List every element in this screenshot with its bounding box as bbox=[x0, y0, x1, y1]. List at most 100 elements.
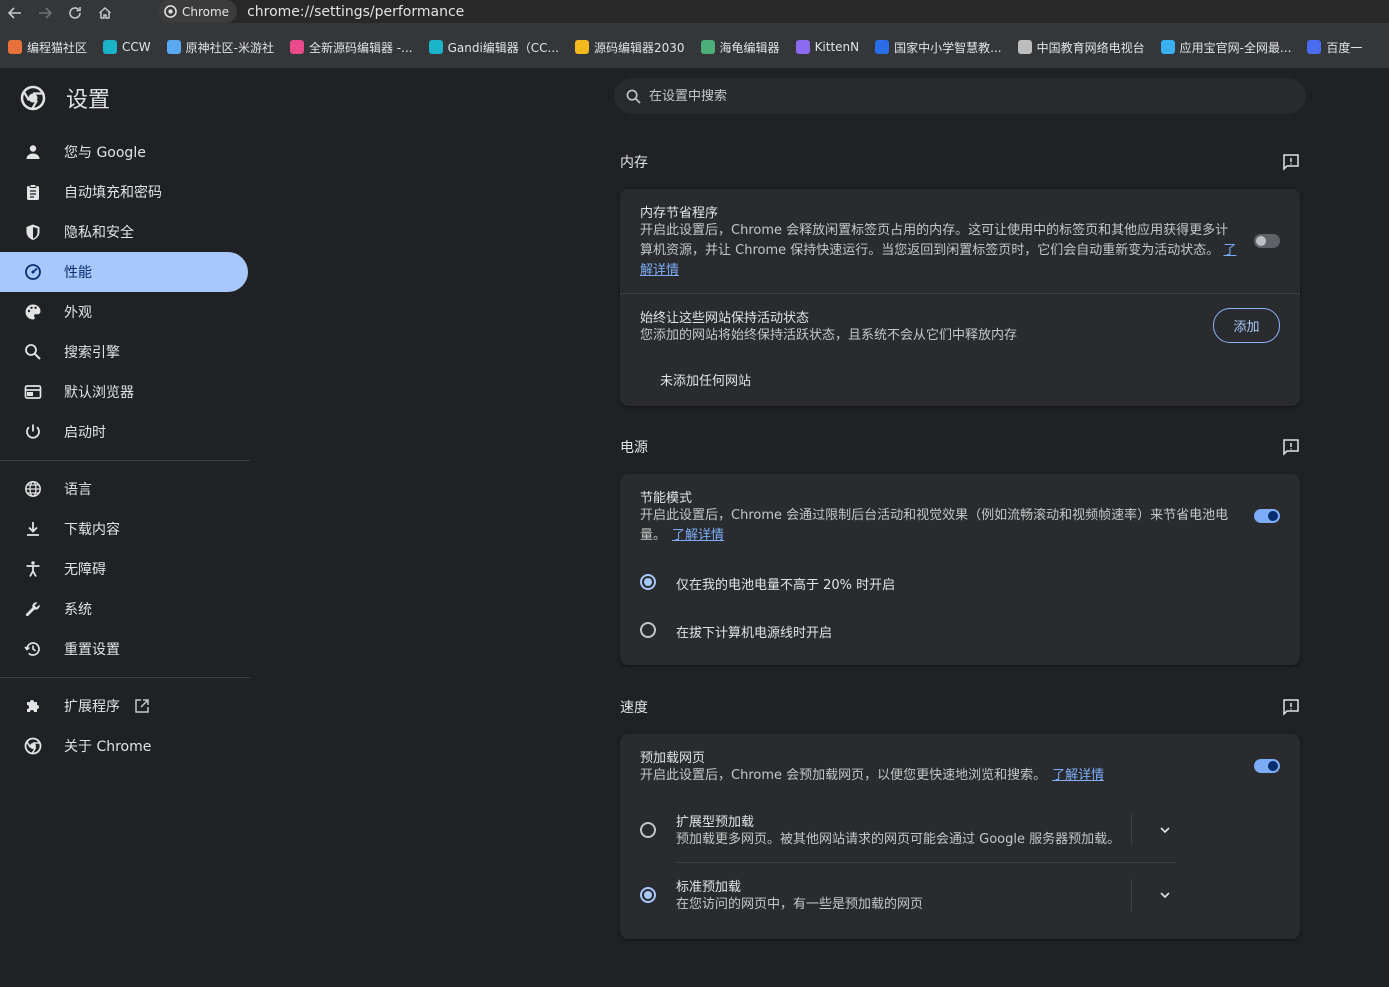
memory-saver-title: 内存节省程序 bbox=[640, 206, 719, 221]
sidebar-item-accessibility[interactable]: 无障碍 bbox=[0, 549, 248, 589]
bookmark-item[interactable]: CCW bbox=[95, 40, 159, 54]
sidebar-item-icon bbox=[24, 343, 42, 361]
page-title: 设置 bbox=[66, 88, 111, 113]
home-button[interactable] bbox=[90, 0, 120, 26]
sidebar-item-puzzle[interactable]: 扩展程序 bbox=[0, 686, 248, 726]
standard-vertical-divider bbox=[1131, 879, 1132, 911]
memory-learn-more-link-b[interactable]: 解详情 bbox=[640, 263, 679, 278]
sidebar-item-speedometer[interactable]: 性能 bbox=[0, 252, 248, 292]
bookmark-favicon-icon bbox=[166, 40, 181, 54]
bookmark-item[interactable]: KittenN bbox=[788, 40, 868, 54]
battery-threshold-radio[interactable] bbox=[640, 574, 656, 590]
power-card: 节能模式 开启此设置后，Chrome 会通过限制后台活动和视觉效果（例如流畅滚动… bbox=[620, 474, 1300, 665]
puzzle-icon bbox=[27, 700, 39, 712]
sidebar-item-wrench[interactable]: 系统 bbox=[0, 589, 248, 629]
sidebar-item-icon bbox=[24, 737, 42, 755]
sidebar-item-globe[interactable]: 语言 bbox=[0, 469, 248, 509]
sidebar-item-label: 下载内容 bbox=[64, 522, 120, 538]
sidebar-item-label: 自动填充和密码 bbox=[64, 185, 162, 201]
energy-saver-desc-line1: 开启此设置后，Chrome 会通过限制后台活动和视觉效果（例如流畅滚动和视频帧速… bbox=[640, 508, 1229, 523]
bookmark-item[interactable]: 全新源码编辑器 -... bbox=[282, 39, 421, 56]
energy-saver-toggle[interactable] bbox=[1254, 509, 1280, 523]
sidebar-item-label: 无障碍 bbox=[64, 562, 106, 578]
home-icon bbox=[98, 6, 112, 19]
bookmark-label: 海龟编辑器 bbox=[719, 40, 780, 55]
bookmark-label: 全新源码编辑器 -... bbox=[308, 40, 413, 55]
memory-section-header: 内存 bbox=[620, 152, 1300, 172]
battery-threshold-label: 仅在我的电池电量不高于 20% 时开启 bbox=[676, 578, 896, 593]
bookmark-label: 原神社区-米游社 bbox=[185, 40, 274, 55]
chrome-icon bbox=[164, 5, 177, 18]
keep-active-title: 始终让这些网站保持活动状态 bbox=[640, 311, 810, 326]
sidebar-item-person[interactable]: 您与 Google bbox=[0, 132, 248, 172]
chevron-down-icon[interactable] bbox=[1158, 823, 1172, 837]
energy-learn-more-link[interactable]: 了解详情 bbox=[672, 528, 724, 543]
sidebar-item-download[interactable]: 下载内容 bbox=[0, 509, 248, 549]
sidebar-item-icon bbox=[24, 520, 42, 538]
back-button[interactable] bbox=[0, 0, 30, 26]
address-bar[interactable]: Chrome chrome://settings/performance bbox=[158, 0, 1389, 23]
speed-card: 预加载网页 开启此设置后，Chrome 会预加载网页，以便您更快速地浏览和搜索。… bbox=[620, 734, 1300, 939]
chrome-logo-icon bbox=[20, 85, 46, 111]
sidebar-item-icon bbox=[24, 263, 42, 281]
bookmark-item[interactable]: 源码编辑器2030 bbox=[567, 39, 693, 56]
bookmark-label: 国家中小学智慧教... bbox=[894, 40, 1002, 55]
external-link-icon bbox=[135, 699, 149, 713]
sidebar-item-label: 隐私和安全 bbox=[64, 225, 134, 241]
bookmark-favicon-icon bbox=[1017, 40, 1032, 54]
bookmark-item[interactable]: 海龟编辑器 bbox=[693, 39, 788, 56]
bookmark-favicon-icon bbox=[289, 40, 304, 54]
reload-button[interactable] bbox=[60, 0, 90, 26]
bookmark-item[interactable]: 中国教育网络电视台 bbox=[1010, 39, 1153, 56]
bookmark-favicon-icon bbox=[795, 40, 810, 54]
bookmark-item[interactable]: 国家中小学智慧教... bbox=[867, 39, 1009, 56]
extended-preload-radio[interactable] bbox=[640, 822, 656, 838]
arrow-right-icon bbox=[39, 7, 52, 19]
preload-toggle[interactable] bbox=[1254, 759, 1280, 773]
memory-saver-toggle[interactable] bbox=[1254, 234, 1280, 248]
chrome-icon bbox=[24, 737, 42, 755]
sidebar-item-palette[interactable]: 外观 bbox=[0, 292, 248, 332]
feedback-icon[interactable] bbox=[1282, 698, 1300, 716]
sidebar-item-history[interactable]: 重置设置 bbox=[0, 629, 248, 669]
unplugged-label: 在拔下计算机电源线时开启 bbox=[676, 626, 833, 641]
add-site-button[interactable]: 添加 bbox=[1213, 308, 1280, 343]
unplugged-radio[interactable] bbox=[640, 622, 656, 638]
chevron-down-icon[interactable] bbox=[1158, 888, 1172, 902]
sidebar-item-chrome[interactable]: 关于 Chrome bbox=[0, 726, 248, 766]
bookmark-item[interactable]: 百度一 bbox=[1299, 39, 1370, 56]
keep-active-desc: 您添加的网站将始终保持活跃状态，且系统不会从它们中释放内存 bbox=[640, 328, 1018, 343]
sidebar-item-browser[interactable]: 默认浏览器 bbox=[0, 372, 248, 412]
feedback-icon[interactable] bbox=[1282, 153, 1300, 171]
search-input[interactable] bbox=[649, 88, 1249, 104]
sidebar-item-label: 性能 bbox=[64, 265, 92, 281]
sidebar-item-shield[interactable]: 隐私和安全 bbox=[0, 212, 248, 252]
energy-saver-desc-line2: 量。 了解详情 bbox=[640, 526, 1240, 546]
bookmark-item[interactable]: 原神社区-米游社 bbox=[159, 39, 282, 56]
forward-button[interactable] bbox=[30, 0, 60, 26]
sidebar-item-search[interactable]: 搜索引擎 bbox=[0, 332, 248, 372]
sidebar-item-icon bbox=[24, 697, 42, 715]
sidebar-item-icon bbox=[24, 600, 42, 618]
memory-learn-more-link-a[interactable]: 了 bbox=[1223, 243, 1236, 258]
url-text[interactable]: chrome://settings/performance bbox=[247, 4, 464, 20]
preload-desc-text: 开启此设置后，Chrome 会预加载网页，以便您更快速地浏览和搜索。 bbox=[640, 768, 1047, 783]
extended-preload-title: 扩展型预加载 bbox=[676, 815, 755, 830]
standard-preload-desc: 在您访问的网页中，有一些是预加载的网页 bbox=[676, 897, 924, 912]
site-chip[interactable]: Chrome bbox=[158, 0, 238, 23]
settings-search[interactable] bbox=[614, 78, 1306, 114]
standard-preload-radio[interactable] bbox=[640, 887, 656, 903]
search-icon bbox=[626, 89, 641, 104]
energy-saver-title: 节能模式 bbox=[640, 491, 693, 506]
sidebar-item-label: 扩展程序 bbox=[64, 699, 120, 715]
bookmark-favicon-icon bbox=[8, 40, 22, 54]
bookmark-item[interactable]: Gandi编辑器（CC... bbox=[421, 39, 567, 56]
bookmark-item[interactable]: 应用宝官网-全网最... bbox=[1153, 39, 1300, 56]
feedback-icon[interactable] bbox=[1282, 438, 1300, 456]
preload-learn-more-link[interactable]: 了解详情 bbox=[1052, 768, 1104, 783]
extended-preload-desc: 预加载更多网页。被其他网站请求的网页可能会通过 Google 服务器预加载。 bbox=[676, 832, 1121, 847]
sidebar-item-power[interactable]: 启动时 bbox=[0, 412, 248, 452]
bookmark-item[interactable]: 编程猫社区 bbox=[0, 39, 95, 56]
sidebar-item-clipboard[interactable]: 自动填充和密码 bbox=[0, 172, 248, 212]
bookmark-favicon-icon bbox=[1307, 40, 1322, 54]
